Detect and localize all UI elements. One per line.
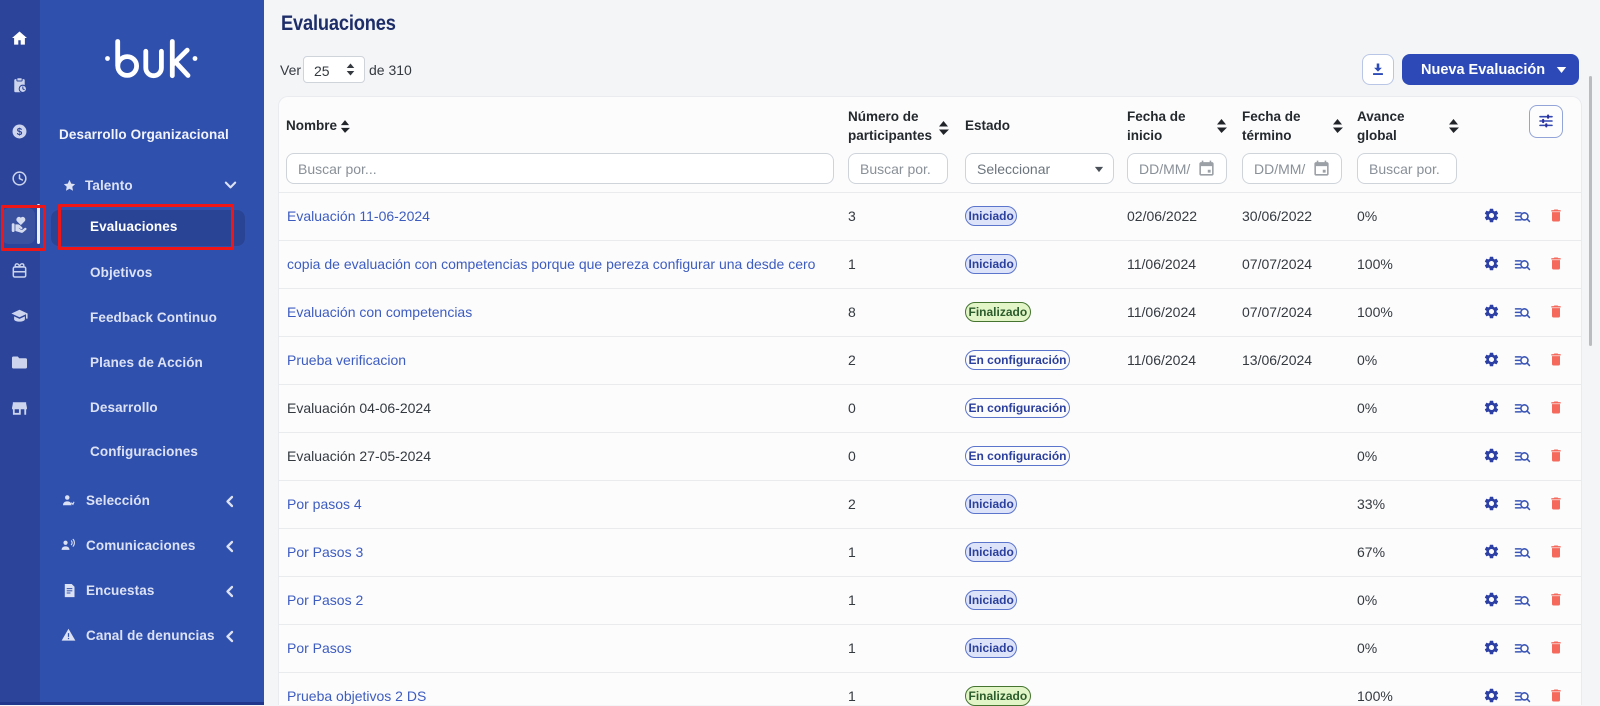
svg-text:$: $ <box>17 127 23 138</box>
